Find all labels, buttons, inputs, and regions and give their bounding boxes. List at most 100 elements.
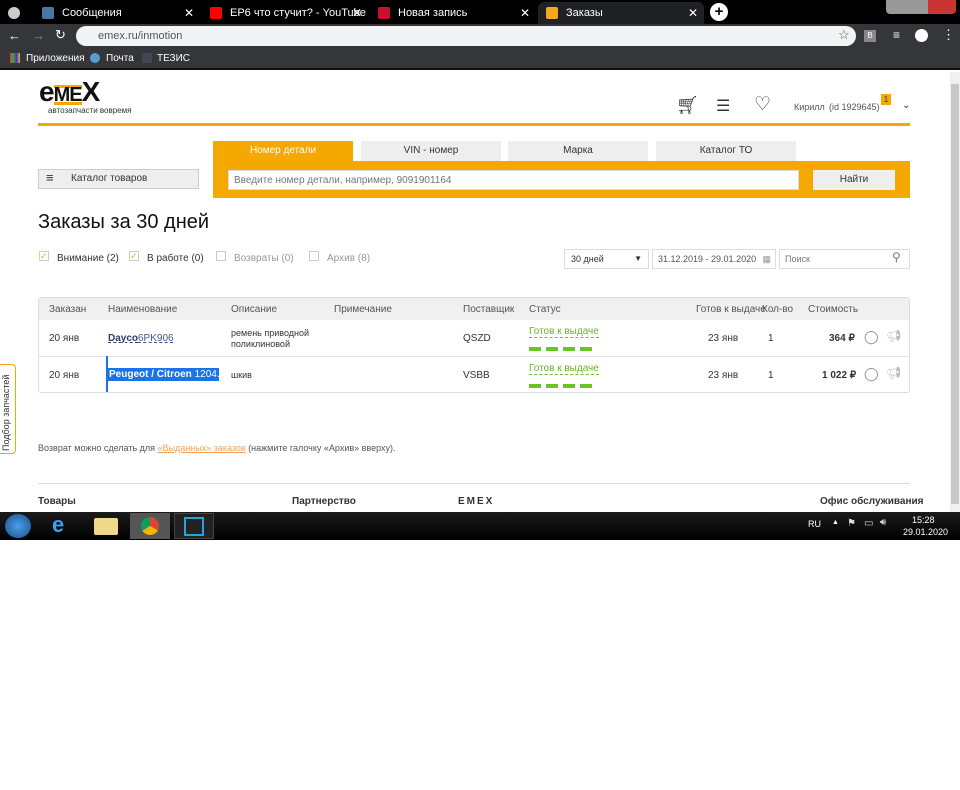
chevron-down-icon[interactable]: ⌄ bbox=[902, 100, 910, 111]
part-link[interactable]: 6PK906 bbox=[138, 333, 174, 344]
start-button[interactable] bbox=[5, 514, 31, 538]
volume-icon[interactable]: 🔊︎ bbox=[880, 517, 886, 528]
clock-time[interactable]: 15:28 bbox=[912, 515, 935, 525]
col-price: Стоимость bbox=[808, 304, 859, 315]
part-link[interactable]: 1204.59 bbox=[195, 369, 219, 380]
ordered-date: 20 янв bbox=[49, 333, 80, 344]
header-divider bbox=[38, 123, 910, 126]
footer-goods[interactable]: Товары bbox=[38, 496, 76, 507]
user-name[interactable]: Кирилл bbox=[794, 102, 825, 112]
taskbar: e RU ▲ ⚑ ▭ 🔊︎ 15:28 29.01.2020 bbox=[0, 512, 960, 540]
new-tab-button[interactable]: + bbox=[710, 3, 728, 21]
back-icon[interactable]: ← bbox=[8, 28, 21, 43]
window-controls[interactable] bbox=[886, 0, 956, 14]
profile-icon[interactable] bbox=[915, 29, 928, 42]
comment-icon[interactable]: ◯ bbox=[864, 366, 879, 382]
tab-vin[interactable]: VIN - номер bbox=[361, 141, 501, 161]
tab-messages[interactable]: Сообщения ✕ bbox=[34, 2, 200, 24]
vk-messages-icon bbox=[42, 7, 54, 19]
checkbox-attention[interactable]: ✓ bbox=[39, 251, 49, 261]
app-taskbar-button[interactable] bbox=[174, 513, 214, 539]
date-range-input[interactable]: 31.12.2019 - 29.01.2020 ▦ bbox=[652, 249, 776, 269]
language-indicator[interactable]: RU bbox=[808, 519, 821, 529]
filter-label: Внимание (2) bbox=[57, 253, 119, 264]
close-tab-icon[interactable]: ✕ bbox=[520, 6, 530, 20]
checkbox-in-progress[interactable]: ✓ bbox=[129, 251, 139, 261]
tab-maintenance-catalog[interactable]: Каталог ТО bbox=[656, 141, 796, 161]
footer-partnership[interactable]: Партнерство bbox=[292, 496, 356, 507]
k-app-icon bbox=[184, 517, 204, 536]
megaphone-icon[interactable]: 📢︎ bbox=[886, 366, 901, 380]
hamburger-icon: ≡ bbox=[46, 170, 54, 185]
search-icon[interactable]: ⚲ bbox=[892, 250, 901, 264]
clock-date[interactable]: 29.01.2020 bbox=[903, 527, 948, 537]
megaphone-icon[interactable]: 📢︎ bbox=[886, 329, 901, 343]
period-select[interactable]: 30 дней ▼ bbox=[564, 249, 649, 269]
status-link[interactable]: Готов к выдаче bbox=[529, 326, 599, 338]
col-name: Наименование bbox=[108, 304, 178, 315]
scrollbar[interactable] bbox=[950, 72, 960, 512]
brand-link[interactable]: Dayco bbox=[108, 333, 138, 344]
description: поликлиновой bbox=[231, 339, 290, 349]
checkbox-returns[interactable] bbox=[216, 251, 226, 261]
footer-office[interactable]: Офис обслуживания bbox=[820, 496, 923, 507]
tab-youtube[interactable]: EP6 что стучит? - YouTube ✕ bbox=[202, 2, 368, 24]
checkbox-archive[interactable] bbox=[309, 251, 319, 261]
description: шкив bbox=[231, 370, 252, 380]
mail-icon bbox=[90, 53, 100, 63]
bookmark-apps[interactable]: Приложения bbox=[26, 53, 85, 64]
emex-logo[interactable]: eMEX bbox=[39, 78, 100, 106]
search-button[interactable]: Найти bbox=[813, 170, 895, 190]
close-tab-icon[interactable]: ✕ bbox=[352, 6, 362, 20]
chrome-icon bbox=[141, 517, 159, 535]
network-icon[interactable]: ▭ bbox=[864, 518, 873, 529]
price: 364 ₽ bbox=[829, 333, 855, 344]
bookmark-mail[interactable]: Почта bbox=[106, 53, 134, 64]
part-search-input[interactable] bbox=[228, 170, 799, 190]
extension-icon[interactable]: B bbox=[864, 30, 876, 42]
bookmark-star-icon[interactable]: ☆ bbox=[838, 27, 850, 43]
tab-new-post[interactable]: Новая запись ✕ bbox=[370, 2, 536, 24]
reload-icon[interactable]: ↻ bbox=[55, 27, 66, 43]
cart-icon[interactable]: 🛒︎ bbox=[676, 95, 699, 116]
url-bar[interactable]: emex.ru/inmotion bbox=[76, 26, 856, 46]
tab-part-number[interactable]: Номер детали bbox=[213, 141, 353, 161]
col-description: Описание bbox=[231, 304, 278, 315]
youtube-icon bbox=[210, 7, 222, 19]
action-center-flag-icon[interactable]: ⚑ bbox=[847, 518, 856, 529]
catalog-button[interactable]: ≡ Каталог товаров bbox=[38, 169, 199, 189]
tab-brand[interactable]: Марка bbox=[508, 141, 648, 161]
parts-selection-tab[interactable]: Подбор запчастей bbox=[0, 364, 16, 454]
brand-link[interactable]: Peugeot / Citroen bbox=[109, 369, 192, 380]
forward-icon[interactable]: → bbox=[32, 28, 45, 43]
bookmark-tezis[interactable]: ТЕЗИС bbox=[157, 53, 190, 64]
media-icon[interactable]: ≡ bbox=[893, 28, 900, 42]
bookmarks-bar: Приложения Почта ТЕЗИС bbox=[0, 48, 960, 70]
close-tab-icon[interactable]: ✕ bbox=[688, 6, 698, 20]
status-link[interactable]: Готов к выдаче bbox=[529, 363, 599, 375]
status-progress bbox=[529, 343, 597, 354]
tab-pinned[interactable] bbox=[0, 2, 30, 24]
tab-orders[interactable]: Заказы ✕ bbox=[538, 2, 704, 24]
explorer-icon[interactable] bbox=[94, 518, 118, 535]
filter-label: Возвраты (0) bbox=[234, 253, 294, 264]
folder-icon bbox=[142, 53, 152, 63]
status-progress bbox=[529, 380, 597, 391]
comment-icon[interactable]: ◯ bbox=[864, 329, 879, 345]
emex-icon bbox=[546, 7, 558, 19]
footer-emex[interactable]: EMEX bbox=[458, 496, 494, 507]
supplier: VSBB bbox=[463, 370, 490, 381]
close-tab-icon[interactable]: ✕ bbox=[184, 6, 194, 20]
menu-icon[interactable]: ⋮ bbox=[942, 27, 955, 43]
issued-orders-link[interactable]: «Выданных» заказов bbox=[158, 443, 246, 453]
heart-icon[interactable]: ♡ bbox=[754, 93, 771, 116]
checklist-icon[interactable]: ☰ bbox=[716, 96, 730, 116]
chrome-taskbar-button[interactable] bbox=[130, 513, 170, 539]
tray-expand-icon[interactable]: ▲ bbox=[832, 519, 839, 526]
orders-search-input[interactable] bbox=[779, 249, 910, 269]
logo-tagline: автозапчасти вовремя bbox=[48, 106, 132, 115]
notification-badge[interactable]: 1 bbox=[881, 94, 891, 105]
calendar-icon: ▦ bbox=[762, 254, 771, 264]
ie-icon[interactable]: e bbox=[52, 514, 64, 536]
filter-label: В работе (0) bbox=[147, 253, 204, 264]
